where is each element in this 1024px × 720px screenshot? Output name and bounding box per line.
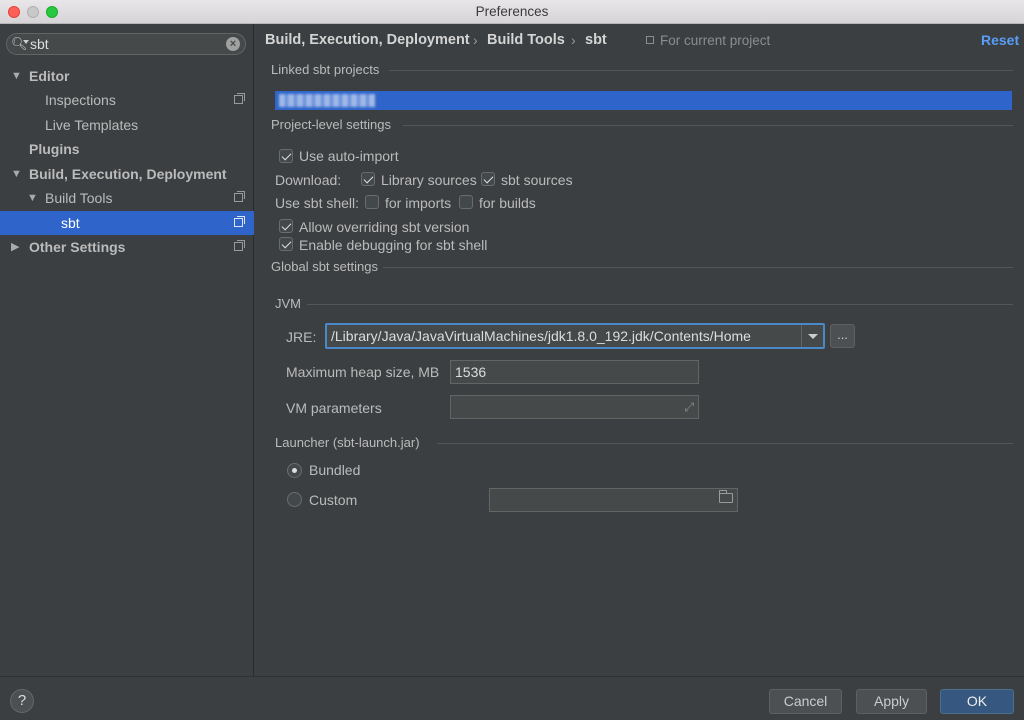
search-input[interactable]: 🔍︎ sbt ×	[6, 33, 246, 55]
download-label: Download:	[275, 172, 342, 188]
sbt-sources-checkbox[interactable]	[481, 172, 495, 186]
sidebar-item-inspections[interactable]: Inspections	[0, 88, 254, 112]
search-value[interactable]: sbt	[30, 36, 49, 52]
sidebar-item-label: Plugins	[29, 141, 80, 157]
for-imports-checkbox[interactable]	[365, 195, 379, 209]
custom-launcher-path-input[interactable]	[489, 488, 738, 512]
divider	[383, 267, 1013, 268]
current-project-note: For current project	[660, 33, 771, 48]
breadcrumb-item: Build Tools	[487, 32, 565, 48]
sidebar-item-editor[interactable]: ▼ Editor	[0, 64, 254, 88]
use-auto-import-checkbox[interactable]	[279, 149, 293, 163]
linked-project-row[interactable]	[275, 91, 1012, 110]
vm-parameters-label: VM parameters	[286, 400, 382, 416]
cancel-button[interactable]: Cancel	[769, 689, 842, 714]
chevron-down-icon[interactable]: ▼	[11, 64, 22, 88]
jre-label: JRE:	[286, 329, 317, 345]
bundled-label: Bundled	[309, 462, 361, 478]
settings-content: Build, Execution, Deployment › Build Too…	[255, 24, 1024, 676]
heap-size-input[interactable]: 1536	[450, 360, 699, 384]
vm-parameters-input[interactable]: ⤢	[450, 395, 699, 419]
library-sources-checkbox[interactable]	[361, 172, 375, 186]
sidebar-item-label: Inspections	[45, 92, 116, 108]
divider	[403, 125, 1013, 126]
heap-size-label: Maximum heap size, MB	[286, 364, 440, 380]
sidebar-item-label: Editor	[29, 68, 70, 84]
sbt-sources-label: sbt sources	[501, 172, 573, 188]
project-level-heading: Project-level settings	[271, 117, 391, 132]
project-scope-icon	[646, 36, 654, 44]
custom-radio[interactable]	[287, 492, 302, 507]
for-builds-checkbox[interactable]	[459, 195, 473, 209]
chevron-down-icon[interactable]: ▼	[11, 162, 22, 186]
use-auto-import-label: Use auto-import	[299, 148, 399, 164]
use-sbt-shell-label: Use sbt shell:	[275, 195, 360, 211]
ok-button[interactable]: OK	[940, 689, 1014, 714]
sidebar-item-label: Live Templates	[45, 117, 139, 133]
divider	[389, 70, 1013, 71]
sidebar-item-label: Build, Execution, Deployment	[29, 166, 227, 182]
settings-sidebar: 🔍︎ sbt × ▼ Editor Inspections Live Templ…	[0, 24, 254, 676]
chevron-down-icon[interactable]: ▼	[27, 186, 38, 210]
global-settings-heading: Global sbt settings	[271, 259, 378, 274]
reset-button[interactable]: Reset	[981, 32, 1019, 48]
sidebar-item-live-templates[interactable]: Live Templates	[0, 113, 254, 137]
breadcrumb-item: sbt	[585, 32, 607, 48]
chevron-down-icon[interactable]	[801, 325, 823, 347]
breadcrumb-separator: ›	[473, 32, 478, 48]
enable-debugging-checkbox[interactable]	[279, 237, 293, 251]
jre-value[interactable]: /Library/Java/JavaVirtualMachines/jdk1.8…	[331, 328, 751, 344]
help-button[interactable]: ?	[10, 689, 34, 713]
linked-projects-heading: Linked sbt projects	[271, 62, 380, 77]
project-scope-icon	[234, 191, 245, 202]
sidebar-item-other-settings[interactable]: ▶ Other Settings	[0, 235, 254, 259]
sidebar-item-label: Build Tools	[45, 190, 113, 206]
custom-label: Custom	[309, 492, 358, 508]
sidebar-item-label: sbt	[61, 215, 80, 231]
redacted-project-name	[279, 94, 375, 107]
allow-overriding-checkbox[interactable]	[279, 219, 293, 233]
apply-button[interactable]: Apply	[856, 689, 927, 714]
expand-icon[interactable]: ⤢	[684, 400, 694, 415]
launcher-heading: Launcher (sbt-launch.jar)	[275, 435, 420, 450]
sidebar-item-sbt[interactable]: sbt	[0, 211, 254, 235]
browse-jre-button[interactable]: ...	[830, 324, 855, 348]
search-icon[interactable]: 🔍︎	[11, 36, 28, 52]
library-sources-label: Library sources	[381, 172, 477, 188]
divider	[307, 304, 1013, 305]
dialog-footer: ? Cancel Apply OK	[0, 676, 1024, 720]
title-bar: Preferences	[0, 0, 1024, 24]
window-title: Preferences	[475, 4, 549, 19]
sidebar-item-build-tools[interactable]: ▼ Build Tools	[0, 186, 254, 210]
folder-icon[interactable]	[719, 490, 733, 503]
jvm-heading: JVM	[275, 296, 301, 311]
breadcrumb-separator: ›	[571, 32, 576, 48]
project-scope-icon	[234, 93, 245, 104]
enable-debugging-label: Enable debugging for sbt shell	[299, 237, 488, 253]
chevron-right-icon[interactable]: ▶	[11, 235, 19, 259]
for-imports-label: for imports	[385, 195, 452, 211]
allow-overriding-label: Allow overriding sbt version	[299, 219, 470, 235]
clear-search-icon[interactable]: ×	[226, 37, 240, 51]
sidebar-item-label: Other Settings	[29, 239, 126, 255]
project-scope-icon	[234, 216, 245, 227]
project-scope-icon	[234, 240, 245, 251]
sidebar-item-build-execution-deployment[interactable]: ▼ Build, Execution, Deployment	[0, 162, 254, 186]
sidebar-item-plugins[interactable]: Plugins	[0, 137, 254, 161]
search-options-chevron-icon[interactable]	[23, 40, 29, 44]
divider	[437, 443, 1013, 444]
jre-select[interactable]: /Library/Java/JavaVirtualMachines/jdk1.8…	[325, 323, 825, 349]
bundled-radio[interactable]	[287, 463, 302, 478]
heap-size-value[interactable]: 1536	[455, 364, 486, 380]
breadcrumb-item: Build, Execution, Deployment	[265, 32, 470, 48]
for-builds-label: for builds	[479, 195, 536, 211]
